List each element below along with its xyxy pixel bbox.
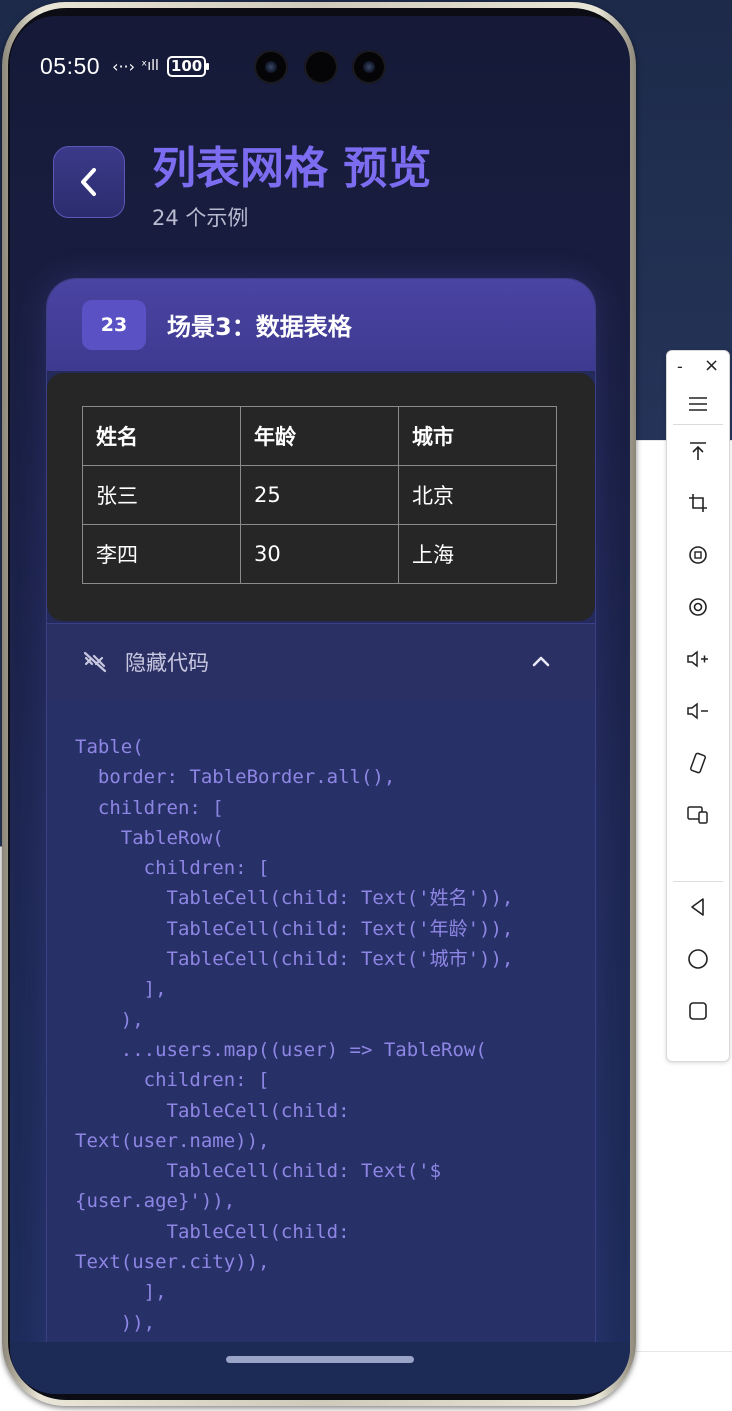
- nav-home-button[interactable]: [667, 941, 729, 977]
- table-header-row: 姓名 年龄 城市: [82, 406, 557, 466]
- status-time: 05:50: [40, 52, 101, 79]
- front-camera-icon: [254, 50, 288, 84]
- menu-button[interactable]: [667, 386, 729, 422]
- table-row: 李四 30 上海: [82, 524, 557, 584]
- bottom-bar: [10, 1342, 630, 1394]
- page-title: 列表网格 预览: [152, 143, 432, 194]
- nav-back-button[interactable]: [667, 889, 729, 925]
- table-cell: 李四: [82, 524, 241, 584]
- rotate-button[interactable]: [667, 537, 729, 573]
- toolbar-divider: [673, 424, 723, 425]
- emulator-toolbar: - ×: [666, 350, 730, 1062]
- nav-recents-button[interactable]: [667, 993, 729, 1029]
- volume-up-button[interactable]: [667, 641, 729, 677]
- data-table: 姓名 年龄 城市 张三 25 北京 李四 30 上海: [82, 406, 557, 584]
- menu-icon: [689, 397, 707, 411]
- table-row: 张三 25 北京: [82, 465, 557, 525]
- screen-mirror-button[interactable]: [667, 797, 729, 833]
- crop-button[interactable]: [667, 485, 729, 521]
- table-header-cell: 城市: [398, 406, 557, 466]
- crop-icon: [689, 494, 707, 512]
- rotate-icon: [689, 546, 707, 564]
- example-number-badge: 23: [82, 300, 146, 350]
- minimize-button[interactable]: -: [677, 357, 683, 379]
- example-card: 23 场景3：数据表格 姓名 年龄 城市 张三 25 北京 李四 30 上海 隐…: [46, 278, 596, 1394]
- home-indicator[interactable]: [226, 1356, 414, 1363]
- chevron-up-icon: [532, 656, 550, 667]
- table-cell: 25: [240, 465, 399, 525]
- table-header-cell: 姓名: [82, 406, 241, 466]
- pin-top-button[interactable]: [667, 433, 729, 469]
- card-title: 场景3：数据表格: [167, 313, 352, 341]
- code-off-icon: [83, 651, 107, 673]
- battery-icon: 100: [166, 55, 210, 77]
- table-cell: 30: [240, 524, 399, 584]
- volume-down-button[interactable]: [667, 693, 729, 729]
- close-button[interactable]: ×: [704, 355, 719, 377]
- status-bar: 05:50 ‹··› ˣıll 100: [40, 50, 210, 82]
- volume-down-icon: [687, 702, 708, 720]
- table-preview: 姓名 年龄 城市 张三 25 北京 李四 30 上海: [47, 373, 595, 621]
- table-cell: 张三: [82, 465, 241, 525]
- page-subtitle: 24 个示例: [152, 206, 249, 230]
- rotate-device-button[interactable]: [667, 745, 729, 781]
- data-transfer-icon: ‹··›: [112, 56, 136, 76]
- screen-record-icon: [689, 598, 707, 616]
- hide-code-label: 隐藏代码: [125, 651, 209, 675]
- hide-code-toggle[interactable]: 隐藏代码: [47, 623, 595, 700]
- card-header: 23 场景3：数据表格: [47, 279, 595, 371]
- sensor-icon: [304, 50, 338, 84]
- screen-record-button[interactable]: [667, 589, 729, 625]
- pin-top-icon: [690, 442, 706, 460]
- rotate-device-icon: [690, 752, 706, 774]
- back-button[interactable]: [53, 146, 125, 218]
- code-text: Table( border: TableBorder.all(), childr…: [75, 736, 514, 1334]
- table-header-cell: 年龄: [240, 406, 399, 466]
- table-cell: 北京: [398, 465, 557, 525]
- table-cell: 上海: [398, 524, 557, 584]
- phone-screen: 05:50 ‹··› ˣıll 100 列表网格 预览 24 个示例 23 场景…: [10, 16, 630, 1394]
- nav-back-icon: [691, 898, 704, 916]
- front-camera-2-icon: [352, 50, 386, 84]
- code-block: Table( border: TableBorder.all(), childr…: [47, 700, 595, 1394]
- volume-up-icon: [687, 650, 708, 668]
- screen-mirror-icon: [687, 806, 708, 824]
- signal-icon: ˣıll: [141, 58, 159, 74]
- toolbar-divider: [673, 881, 723, 882]
- nav-home-icon: [688, 949, 708, 969]
- back-chevron-icon: [81, 168, 96, 196]
- nav-recents-icon: [689, 1002, 707, 1020]
